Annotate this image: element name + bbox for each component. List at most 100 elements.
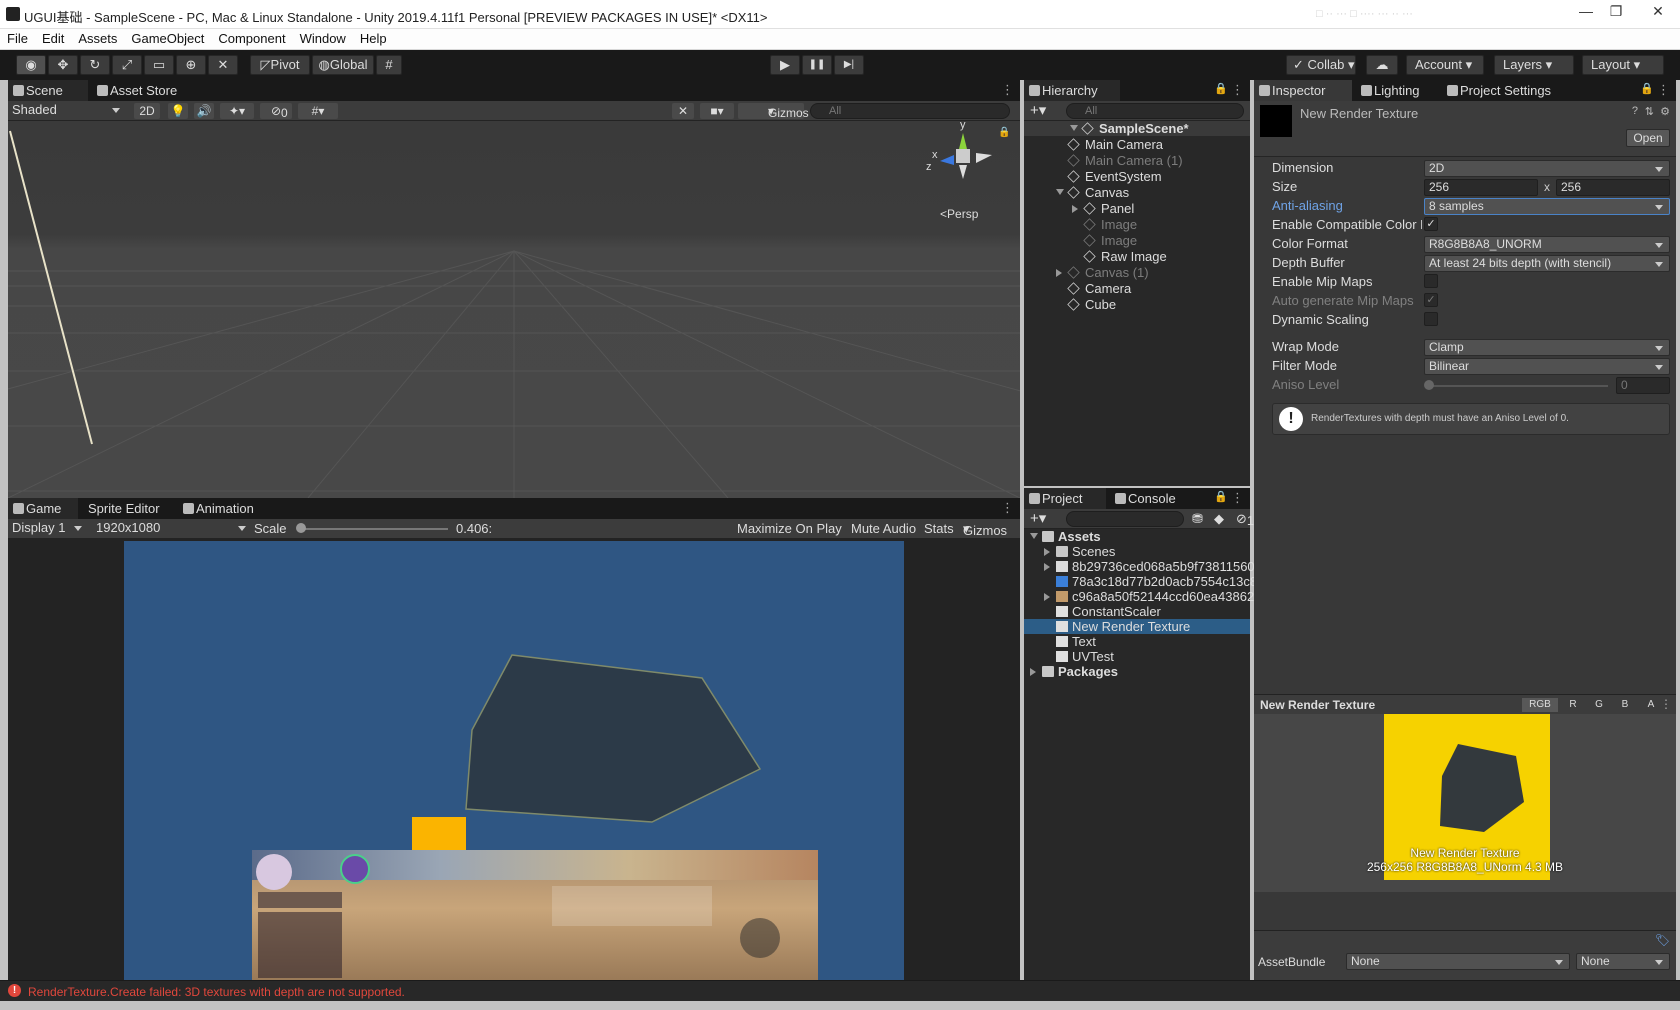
- collapse-arrow-icon[interactable]: [1072, 205, 1078, 213]
- hierarchy-item[interactable]: Main Camera (1): [1067, 153, 1183, 168]
- panel-menu-icon[interactable]: ⋮: [1001, 82, 1014, 98]
- effects-toggle-icon[interactable]: ✦▾: [220, 103, 254, 119]
- channel-rgb[interactable]: RGB: [1522, 698, 1558, 712]
- menu-file[interactable]: File: [0, 29, 35, 46]
- maximize-button[interactable]: ❐: [1602, 2, 1630, 20]
- tree-arrow-icon[interactable]: [1044, 548, 1050, 556]
- menu-edit[interactable]: Edit: [35, 29, 71, 46]
- grid-snap-button[interactable]: #: [376, 55, 402, 75]
- scale-tool-button[interactable]: ⤢: [112, 55, 142, 75]
- rotate-tool-button[interactable]: ↻: [80, 55, 110, 75]
- size-width-field[interactable]: 256: [1424, 179, 1538, 196]
- lock-icon[interactable]: 🔒: [998, 127, 1010, 138]
- layers-dropdown[interactable]: Layers ▾: [1494, 55, 1574, 75]
- expand-arrow-icon[interactable]: [1056, 189, 1064, 195]
- persp-label[interactable]: <Persp: [940, 207, 978, 221]
- help-icon[interactable]: ?: [1632, 105, 1638, 117]
- game-gizmos-dropdown[interactable]: Gizmos ▾: [963, 521, 1007, 538]
- 2d-toggle[interactable]: 2D: [134, 103, 160, 119]
- hierarchy-item[interactable]: Raw Image: [1083, 249, 1167, 264]
- cloud-icon[interactable]: ☁: [1366, 55, 1398, 75]
- hidden-packages-toggle[interactable]: ⊘19: [1236, 511, 1261, 528]
- hierarchy-item[interactable]: Main Camera: [1067, 137, 1163, 152]
- hierarchy-item[interactable]: EventSystem: [1067, 169, 1162, 184]
- tab-game[interactable]: Game: [8, 498, 78, 519]
- wrap-mode-dropdown[interactable]: Clamp: [1424, 339, 1670, 356]
- open-button[interactable]: Open: [1626, 129, 1670, 147]
- tab-scene[interactable]: Scene: [8, 80, 88, 101]
- presets-icon[interactable]: ⇅: [1645, 105, 1654, 118]
- account-dropdown[interactable]: Account ▾: [1406, 55, 1484, 75]
- size-height-field[interactable]: 256: [1556, 179, 1670, 196]
- collab-dropdown[interactable]: ✓ Collab ▾: [1286, 55, 1356, 75]
- pause-button[interactable]: ❚❚: [802, 55, 832, 75]
- play-button[interactable]: ▶: [770, 55, 800, 75]
- mute-audio-toggle[interactable]: Mute Audio: [851, 521, 916, 536]
- tree-arrow-icon[interactable]: [1030, 668, 1036, 676]
- mip-maps-checkbox[interactable]: [1424, 274, 1438, 288]
- tab-project-settings[interactable]: Project Settings: [1442, 80, 1572, 101]
- close-button[interactable]: ✕: [1640, 2, 1676, 20]
- project-item[interactable]: New Render Texture: [1024, 619, 1250, 634]
- rect-tool-button[interactable]: ▭: [144, 55, 174, 75]
- minimize-button[interactable]: —: [1572, 2, 1600, 20]
- scene-search-input[interactable]: All: [810, 103, 1010, 119]
- hierarchy-item[interactable]: Image: [1083, 233, 1137, 248]
- game-panel-menu-icon[interactable]: ⋮: [1001, 500, 1014, 516]
- hierarchy-item[interactable]: Panel: [1072, 201, 1134, 216]
- display-dropdown[interactable]: Display 1: [8, 520, 88, 537]
- hierarchy-menu-icon[interactable]: ⋮: [1231, 82, 1244, 98]
- depth-buffer-dropdown[interactable]: At least 24 bits depth (with stencil): [1424, 255, 1670, 272]
- tab-sprite-editor[interactable]: Sprite Editor: [78, 498, 168, 519]
- filter-label-icon[interactable]: ◆: [1214, 511, 1224, 527]
- channel-b[interactable]: B: [1614, 698, 1636, 712]
- game-view[interactable]: [124, 541, 904, 980]
- custom-tool-button[interactable]: ✕: [208, 55, 238, 75]
- dynamic-scaling-checkbox[interactable]: [1424, 312, 1438, 326]
- tools-icon[interactable]: ✕: [672, 103, 694, 119]
- scene-viewport[interactable]: y x z 🔒 <Persp: [8, 121, 1020, 498]
- grid-toggle-icon[interactable]: #▾: [298, 103, 338, 119]
- menu-component[interactable]: Component: [211, 29, 292, 46]
- dimension-dropdown[interactable]: 2D: [1424, 160, 1670, 177]
- variant-dropdown[interactable]: None: [1576, 953, 1670, 970]
- assetbundle-dropdown[interactable]: None: [1346, 953, 1570, 970]
- project-item[interactable]: Scenes: [1024, 544, 1250, 559]
- scale-slider-thumb[interactable]: [296, 523, 306, 533]
- inspector-lock-icon[interactable]: 🔒: [1640, 82, 1654, 95]
- project-item[interactable]: c96a8a50f52144ccd60ea43862: [1024, 589, 1254, 604]
- tab-lighting[interactable]: Lighting: [1356, 80, 1440, 101]
- anti-aliasing-dropdown[interactable]: 8 samples: [1424, 198, 1670, 215]
- hierarchy-item[interactable]: SampleScene*: [1024, 121, 1250, 136]
- pivot-toggle[interactable]: ◸Pivot: [250, 55, 310, 75]
- audio-toggle-icon[interactable]: 🔊: [194, 103, 214, 119]
- hierarchy-item[interactable]: Cube: [1067, 297, 1116, 312]
- tab-inspector[interactable]: Inspector: [1254, 80, 1352, 101]
- tree-arrow-icon[interactable]: [1030, 533, 1038, 539]
- hierarchy-search-input[interactable]: All: [1066, 103, 1244, 119]
- expand-arrow-icon[interactable]: [1070, 125, 1078, 131]
- create-button[interactable]: +▾: [1030, 101, 1046, 119]
- maximize-on-play-toggle[interactable]: Maximize On Play: [737, 521, 842, 536]
- status-bar[interactable]: ! RenderTexture.Create failed: 3D textur…: [0, 980, 1680, 1001]
- transform-tool-button[interactable]: ⊕: [176, 55, 206, 75]
- hierarchy-item[interactable]: Canvas (1): [1056, 265, 1149, 280]
- menu-assets[interactable]: Assets: [71, 29, 124, 46]
- project-item[interactable]: ConstantScaler: [1024, 604, 1250, 619]
- settings-gear-icon[interactable]: ⚙: [1660, 105, 1670, 118]
- resolution-dropdown[interactable]: 1920x1080: [92, 520, 252, 537]
- view-tool-button[interactable]: ◉: [16, 55, 46, 75]
- scene-gizmo[interactable]: y x z: [926, 121, 998, 189]
- move-tool-button[interactable]: ✥: [48, 55, 78, 75]
- project-item[interactable]: Text: [1024, 634, 1250, 649]
- channel-a[interactable]: A: [1640, 698, 1662, 712]
- step-button[interactable]: ▶|: [834, 55, 864, 75]
- color-format-dropdown[interactable]: R8G8B8A8_UNORM: [1424, 236, 1670, 253]
- project-create-button[interactable]: +▾: [1030, 509, 1046, 527]
- project-menu-icon[interactable]: ⋮: [1231, 490, 1244, 506]
- preview-menu-icon[interactable]: ⋮: [1660, 697, 1672, 711]
- label-tag-icon[interactable]: 🏷: [1655, 933, 1670, 947]
- channel-g[interactable]: G: [1588, 698, 1610, 712]
- tree-arrow-icon[interactable]: [1044, 563, 1050, 571]
- hidden-objects-toggle[interactable]: ⊘ 0: [260, 103, 292, 120]
